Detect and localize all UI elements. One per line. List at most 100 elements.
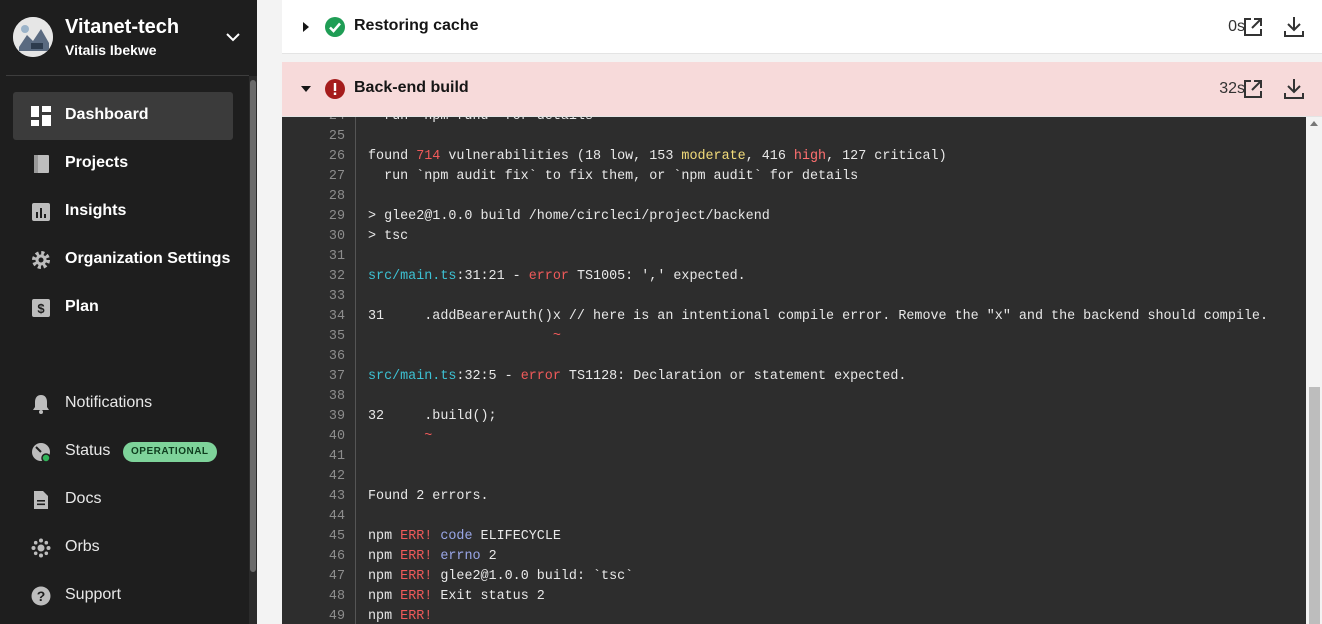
log-segment: npm xyxy=(368,549,401,564)
sidebar-item-label: Support xyxy=(65,586,122,603)
step-back-end-build[interactable]: Back-end build 32s xyxy=(282,62,1322,117)
sidebar-item-dashboard[interactable]: Dashboard xyxy=(13,92,233,140)
log-line: 35 ~ xyxy=(282,327,1306,347)
log-line-number: 28 xyxy=(328,189,345,204)
log-segment: TS1128: Declaration or statement expecte… xyxy=(560,369,907,384)
sidebar-item-docs[interactable]: Docs xyxy=(13,476,233,524)
log-segment: found xyxy=(368,149,417,164)
log-segment: run `npm fund` for details xyxy=(368,117,593,124)
log-line-number: 45 xyxy=(328,529,345,544)
log-segment: high xyxy=(793,149,827,164)
log-line-number: 25 xyxy=(328,129,345,144)
log-line: 40 ~ xyxy=(282,427,1306,447)
log-segment: :31:21 - xyxy=(456,269,529,284)
sidebar-item-support[interactable]: ? Support xyxy=(13,572,233,620)
job-steps-panel: Restoring cache 0s Back-end build 32s 25… xyxy=(257,0,1322,624)
log-segment: ERR! xyxy=(400,549,433,564)
log-line-text: run `npm audit fix` to fix them, or `npm… xyxy=(368,167,858,187)
build-log-output[interactable]: 24 run `npm fund` for details 25 26 found 7… xyxy=(282,117,1322,624)
chevron-down-icon[interactable] xyxy=(224,28,242,46)
sidebar-item-status[interactable]: Status OPERATIONAL xyxy=(13,428,233,476)
log-line-number: 38 xyxy=(328,389,345,404)
sidebar-item-plan[interactable]: $ Plan xyxy=(13,284,233,332)
log-line: 46 npm ERR! errno 2 xyxy=(282,547,1306,567)
log-line: 38 xyxy=(282,387,1306,407)
log-segment: errno xyxy=(440,549,481,564)
dashboard-icon xyxy=(31,106,51,126)
log-scrollbar-thumb[interactable] xyxy=(1309,387,1320,624)
sidebar-item-organization-settings[interactable]: Organization Settings xyxy=(13,236,233,284)
sidebar: Vitanet-tech Vitalis Ibekwe Dashboard Pr… xyxy=(0,0,257,624)
log-line-number: 24 xyxy=(282,117,345,127)
step-restoring-cache[interactable]: Restoring cache 0s xyxy=(282,0,1322,54)
log-segment: ~ xyxy=(424,429,433,444)
log-line-text: run `npm fund` for details xyxy=(368,117,593,127)
docs-icon xyxy=(34,491,48,509)
log-line: 48 npm ERR! Exit status 2 xyxy=(282,587,1306,607)
open-external-icon[interactable] xyxy=(1242,16,1264,38)
log-line: 41 xyxy=(282,447,1306,467)
log-segment: npm xyxy=(368,529,401,544)
log-line-number: 48 xyxy=(328,589,345,604)
sidebar-item-label: Organization Settings xyxy=(65,250,231,267)
step-title: Restoring cache xyxy=(354,17,479,34)
open-external-icon[interactable] xyxy=(1242,78,1264,100)
sidebar-item-orbs[interactable]: Orbs xyxy=(13,524,233,572)
log-segment: ERR! xyxy=(400,529,433,544)
sidebar-scrollbar[interactable] xyxy=(249,76,257,624)
log-line-number: 35 xyxy=(328,329,345,344)
log-line: 31 xyxy=(282,247,1306,267)
sidebar-item-notifications[interactable]: Notifications xyxy=(13,380,233,428)
log-line-number: 29 xyxy=(328,209,345,224)
log-line-number: 31 xyxy=(328,249,345,264)
scroll-up-arrow-icon[interactable] xyxy=(1310,121,1318,126)
svg-text:$: $ xyxy=(37,301,45,316)
download-icon[interactable] xyxy=(1282,15,1306,39)
sidebar-scrollbar-thumb[interactable] xyxy=(250,80,256,572)
log-segment: ERR! xyxy=(400,609,433,624)
log-line-number: 30 xyxy=(328,229,345,244)
log-line: 36 xyxy=(282,347,1306,367)
log-segment: moderate xyxy=(681,149,746,164)
log-line-text: src/main.ts:31:21 - error TS1005: ',' ex… xyxy=(368,267,746,287)
log-line-number: 41 xyxy=(328,449,345,464)
step-title: Back-end build xyxy=(354,79,469,96)
sidebar-item-projects[interactable]: Projects xyxy=(13,140,233,188)
log-line-number: 39 xyxy=(328,409,345,424)
log-line: 27 run `npm audit fix` to fix them, or `… xyxy=(282,167,1306,187)
log-line: 29 > glee2@1.0.0 build /home/circleci/pro… xyxy=(282,207,1306,227)
caret-right-icon[interactable] xyxy=(300,21,312,33)
org-avatar xyxy=(13,17,53,57)
log-line-text: npm ERR! errno 2 xyxy=(368,547,497,567)
log-line-text: 31 .addBearerAuth()x // here is an inten… xyxy=(368,307,1268,327)
org-switcher[interactable]: Vitanet-tech Vitalis Ibekwe xyxy=(0,0,257,75)
log-segment: 714 xyxy=(416,149,441,164)
log-segment: 31 .addBearerAuth()x // here is an inten… xyxy=(368,309,1268,324)
log-line: 43 Found 2 errors. xyxy=(282,487,1306,507)
settings-gear-icon xyxy=(32,251,50,269)
log-segment xyxy=(368,329,553,344)
error-alert-icon xyxy=(325,79,345,99)
log-segment: , 416 xyxy=(745,149,794,164)
log-line: 30 > tsc xyxy=(282,227,1306,247)
sidebar-item-insights[interactable]: Insights xyxy=(13,188,233,236)
download-icon[interactable] xyxy=(1282,77,1306,101)
log-line-number: 40 xyxy=(328,429,345,444)
log-segment: npm xyxy=(368,569,401,584)
log-line: 24 run `npm fund` for details xyxy=(282,117,1306,127)
log-line: 44 xyxy=(282,507,1306,527)
sidebar-item-label: Notifications xyxy=(65,394,153,411)
log-line-number: 42 xyxy=(328,469,345,484)
log-scrollbar[interactable] xyxy=(1306,117,1322,624)
log-line-text: npm ERR! code ELIFECYCLE xyxy=(368,527,561,547)
caret-down-icon[interactable] xyxy=(300,83,312,95)
log-line: 25 xyxy=(282,127,1306,147)
log-line: 45 npm ERR! code ELIFECYCLE xyxy=(282,527,1306,547)
log-line-text: npm ERR! Exit status 2 xyxy=(368,587,545,607)
log-line-text: npm ERR! glee2@1.0.0 build: `tsc` xyxy=(368,567,633,587)
log-segment: > tsc xyxy=(368,229,409,244)
log-segment: Exit status 2 xyxy=(432,589,545,604)
log-line: 32 src/main.ts:31:21 - error TS1005: ',' … xyxy=(282,267,1306,287)
log-line-text: Found 2 errors. xyxy=(368,487,489,507)
log-segment: 2 xyxy=(480,549,497,564)
